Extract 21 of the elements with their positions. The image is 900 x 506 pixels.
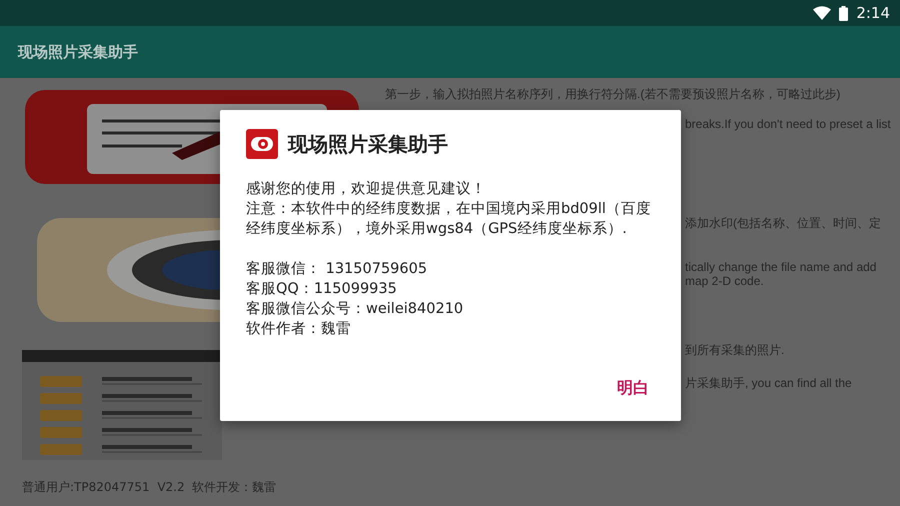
dialog-text: 客服微信公众号：weilei840210 [246, 300, 464, 319]
dialog-text: 客服微信： 13150759605 [246, 260, 428, 279]
footer-text: 普通用户:TP82047751 V2.2 软件开发：魏雷 [22, 479, 278, 496]
wifi-icon [813, 6, 832, 20]
ok-button[interactable]: 明白 [611, 372, 655, 405]
instruction-text: breaks.If you don't need to preset a list [685, 117, 891, 131]
app-logo-icon [246, 129, 278, 159]
dialog-title: 现场照片采集助手 [288, 130, 448, 158]
status-time: 2:14 [856, 4, 890, 22]
instruction-text: map 2-D code. [685, 274, 764, 288]
instruction-text: 添加水印(包括名称、位置、时间、定 [685, 215, 881, 232]
dialog-text: 感谢您的使用，欢迎提供意见建议！ [246, 180, 487, 199]
dialog-text: 软件作者：魏雷 [246, 320, 352, 339]
instruction-text: 片采集助手, you can find all the [685, 375, 852, 392]
app-title: 现场照片采集助手 [18, 42, 138, 62]
instruction-text: 第一步，输入拟拍照片名称序列，用换行符分隔.(若不需要预设照片名称，可略过此步) [385, 86, 840, 103]
instruction-text: 到所有采集的照片. [685, 342, 784, 359]
dialog-text: 客服QQ：115099935 [246, 280, 398, 299]
instruction-text: tically change the file name and add [685, 260, 876, 274]
dialog-text: 注意：本软件中的经纬度数据，在中国境内采用bd09ll（百度经纬度坐标系），境外采用wgs84（GPS经纬度坐标系）. [246, 200, 652, 239]
battery-icon [839, 6, 848, 20]
